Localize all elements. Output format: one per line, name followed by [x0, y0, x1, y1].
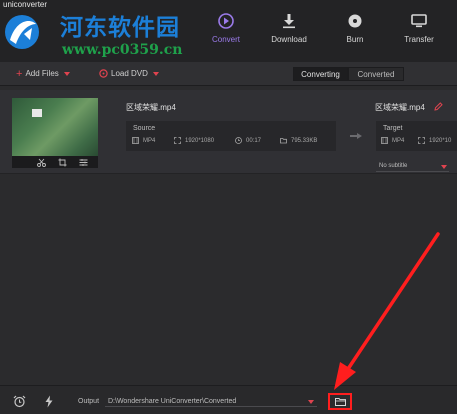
transfer-icon	[411, 14, 427, 28]
target-file-name: 区域荣耀.mp4	[375, 103, 425, 112]
source-size: 795.33KB	[280, 137, 317, 144]
source-info-panel: Source MP4 1920*1080 00:17 795.33KB	[126, 121, 336, 151]
tab-converted[interactable]: Converted	[348, 67, 404, 81]
load-dvd-button[interactable]: Load DVD	[99, 69, 159, 78]
video-thumbnail[interactable]	[12, 98, 98, 156]
clock-icon	[235, 137, 242, 144]
tab-convert[interactable]: Convert	[196, 12, 256, 52]
add-files-button[interactable]: + Add Files	[16, 67, 70, 80]
source-resolution: 1920*1080	[174, 137, 214, 144]
plus-icon: +	[16, 67, 23, 80]
output-path-select[interactable]: D:\Wondershare UniConverter\Converted	[105, 396, 317, 407]
resolution-icon	[174, 137, 181, 144]
output-label: Output	[78, 398, 100, 405]
tab-convert-label: Convert	[211, 35, 240, 44]
add-files-label: Add Files	[25, 69, 59, 78]
watermark-logo	[5, 15, 39, 49]
edit-icon[interactable]	[434, 102, 443, 111]
source-file-name: 区域荣耀.mp4	[126, 103, 176, 112]
tab-burn[interactable]: Burn	[325, 12, 385, 52]
chevron-down-icon[interactable]	[63, 71, 70, 76]
source-resolution-value: 1920*1080	[185, 137, 215, 144]
chevron-down-icon[interactable]	[152, 71, 159, 76]
subtitle-value: No subtitle	[379, 163, 408, 169]
target-info-panel[interactable]: Target MP4 1920*10	[376, 121, 457, 151]
source-format-value: MP4	[143, 137, 156, 144]
target-label: Target	[383, 125, 403, 132]
app-title: uniconverter	[3, 0, 48, 9]
film-icon	[132, 137, 139, 144]
title-bar: uniconverter 河东软件园 www.pc0359.cn Convert…	[0, 0, 457, 62]
folder-open-icon	[335, 398, 346, 406]
film-icon	[381, 137, 388, 144]
tab-transfer[interactable]: Transfer	[389, 12, 449, 52]
chevron-down-icon	[308, 400, 314, 404]
tab-converting[interactable]: Converting	[293, 67, 348, 81]
target-format-value: MP4	[392, 137, 405, 144]
source-size-value: 795.33KB	[291, 137, 318, 144]
list-item[interactable]: 区域荣耀.mp4 Source MP4 1920*1080 00:17 795.…	[0, 90, 457, 174]
chevron-down-icon	[441, 165, 447, 169]
source-duration-value: 00:17	[246, 137, 262, 144]
alarm-clock-icon[interactable]	[13, 395, 26, 408]
watermark-name: 河东软件园	[60, 14, 180, 41]
tab-download[interactable]: Download	[259, 12, 319, 52]
watermark-url: www.pc0359.cn	[62, 42, 183, 58]
effects-icon[interactable]	[79, 158, 88, 167]
resolution-icon	[418, 137, 425, 144]
tab-transfer-label: Transfer	[404, 35, 434, 44]
output-path-value: D:\Wondershare UniConverter\Converted	[108, 398, 237, 405]
target-resolution: 1920*10	[418, 137, 451, 144]
burn-icon	[348, 14, 362, 28]
target-format: MP4	[381, 137, 404, 144]
source-duration: 00:17	[235, 137, 261, 144]
lightning-icon[interactable]	[44, 395, 54, 408]
convert-icon	[218, 13, 234, 29]
file-list: 区域荣耀.mp4 Source MP4 1920*1080 00:17 795.…	[0, 86, 457, 379]
open-folder-button[interactable]	[328, 393, 352, 410]
source-label: Source	[133, 125, 156, 132]
folder-icon	[280, 138, 287, 144]
dvd-icon	[99, 69, 108, 78]
footer-bar: Output D:\Wondershare UniConverter\Conve…	[0, 385, 457, 414]
tab-download-label: Download	[271, 35, 307, 44]
scissors-icon[interactable]	[37, 158, 46, 167]
target-resolution-value: 1920*10	[429, 137, 452, 144]
thumbnail-overlay	[32, 109, 42, 117]
source-format: MP4	[132, 137, 155, 144]
crop-icon[interactable]	[58, 158, 67, 167]
load-dvd-label: Load DVD	[111, 69, 148, 78]
tab-burn-label: Burn	[346, 35, 364, 44]
toolbar: + Add Files Load DVD Converting Converte…	[0, 62, 457, 86]
subtitle-select[interactable]: No subtitle	[376, 161, 449, 172]
download-icon	[283, 14, 295, 29]
arrow-right-icon	[350, 133, 362, 139]
